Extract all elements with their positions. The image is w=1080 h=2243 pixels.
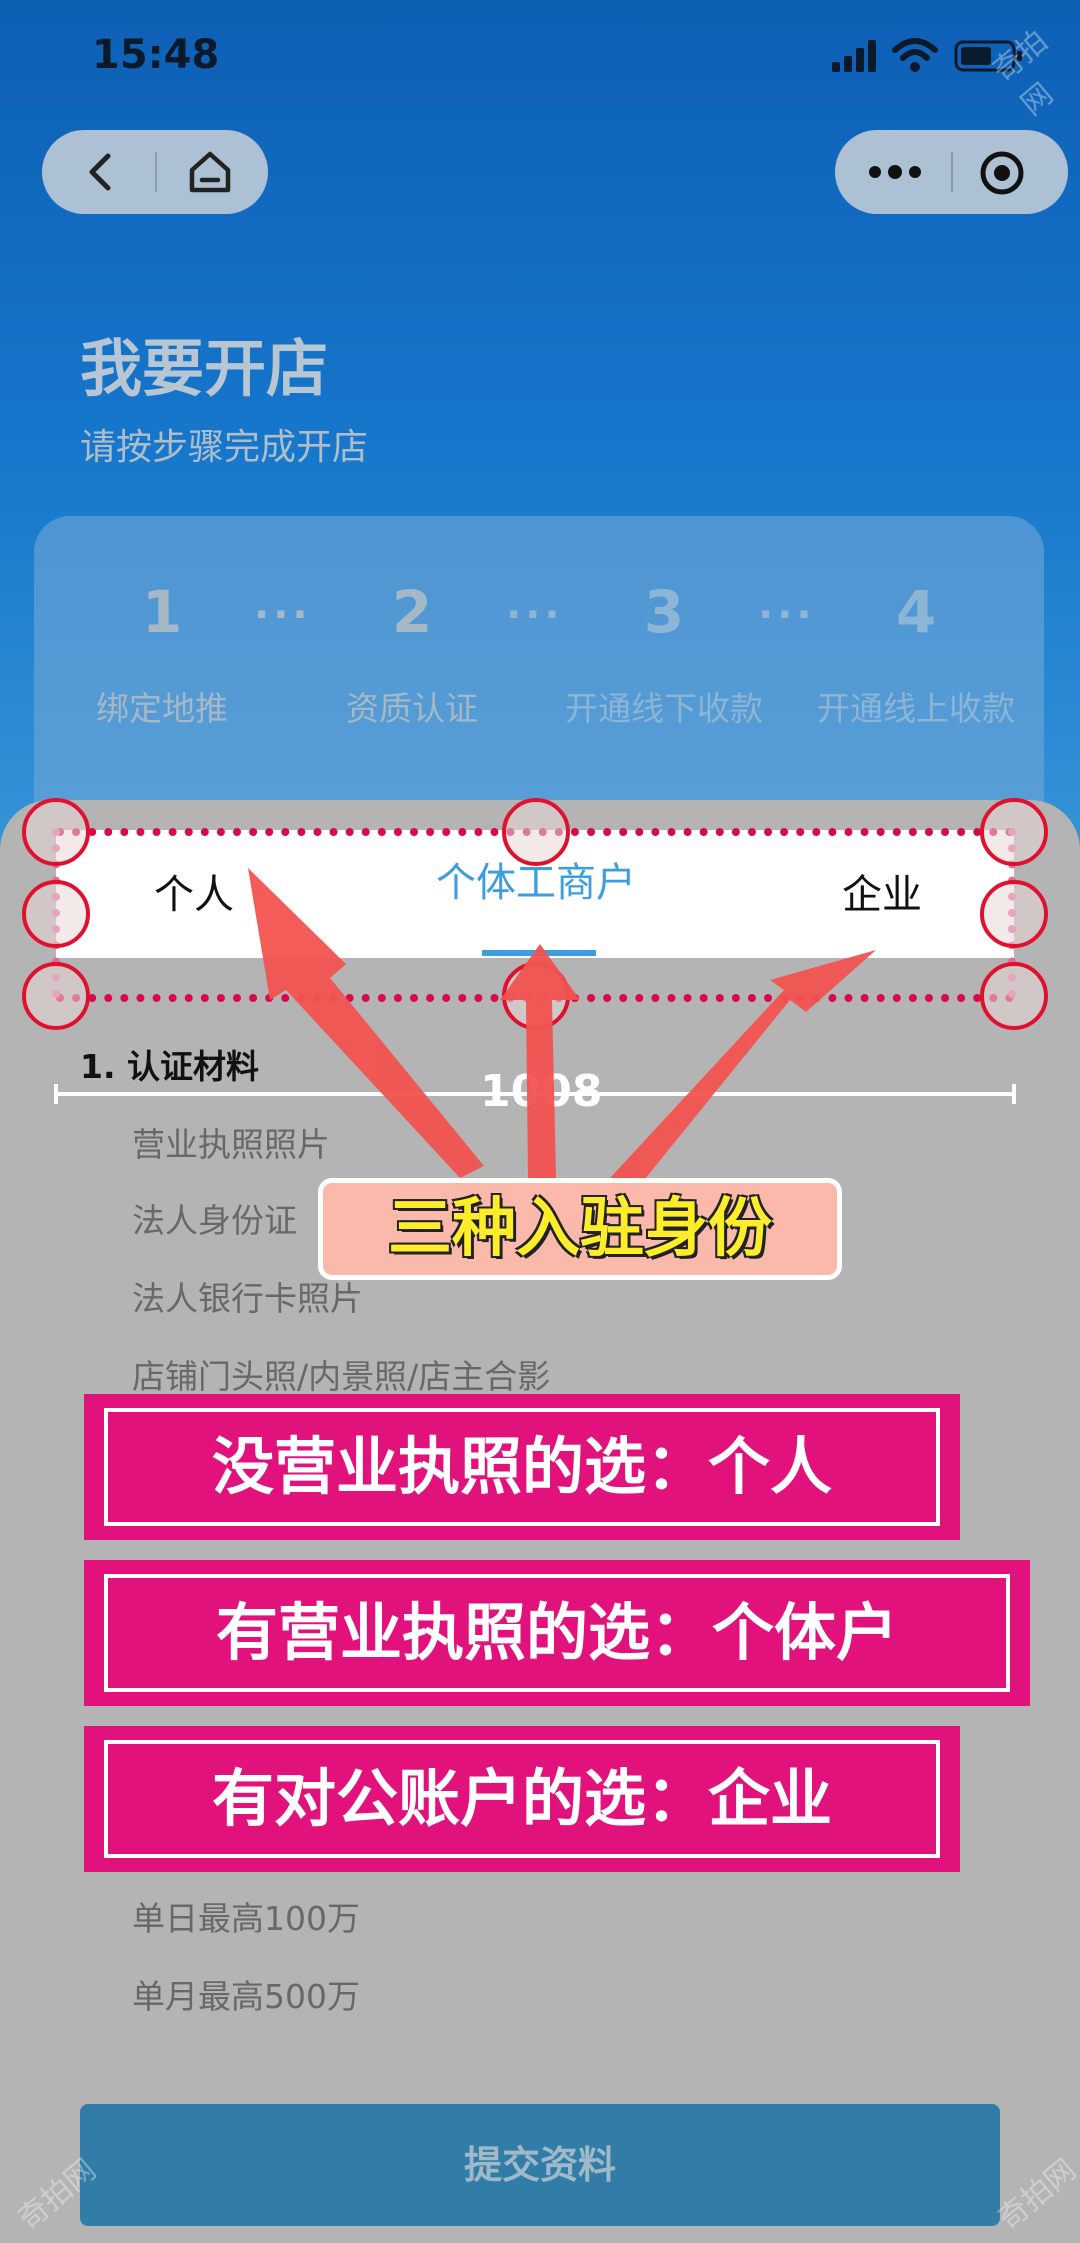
arrow-to-enterprise xyxy=(610,950,876,1190)
annotation-banner: 没营业执照的选：个人 xyxy=(84,1394,960,1540)
callout-label: 三种入驻身份 xyxy=(318,1178,842,1280)
banner-text: 有对公账户的选：企业 xyxy=(104,1740,940,1858)
arrow-overlay xyxy=(248,868,876,1190)
arrow-to-personal xyxy=(248,868,484,1178)
banner-text: 有营业执照的选：个体户 xyxy=(104,1574,1010,1692)
arrow-to-individual xyxy=(500,944,580,1178)
annotation-banner: 有对公账户的选：企业 xyxy=(84,1726,960,1872)
annotation-banner: 有营业执照的选：个体户 xyxy=(84,1560,1030,1706)
banner-text: 没营业执照的选：个人 xyxy=(104,1408,940,1526)
submit-button[interactable]: 提交资料 xyxy=(80,2104,1000,2226)
